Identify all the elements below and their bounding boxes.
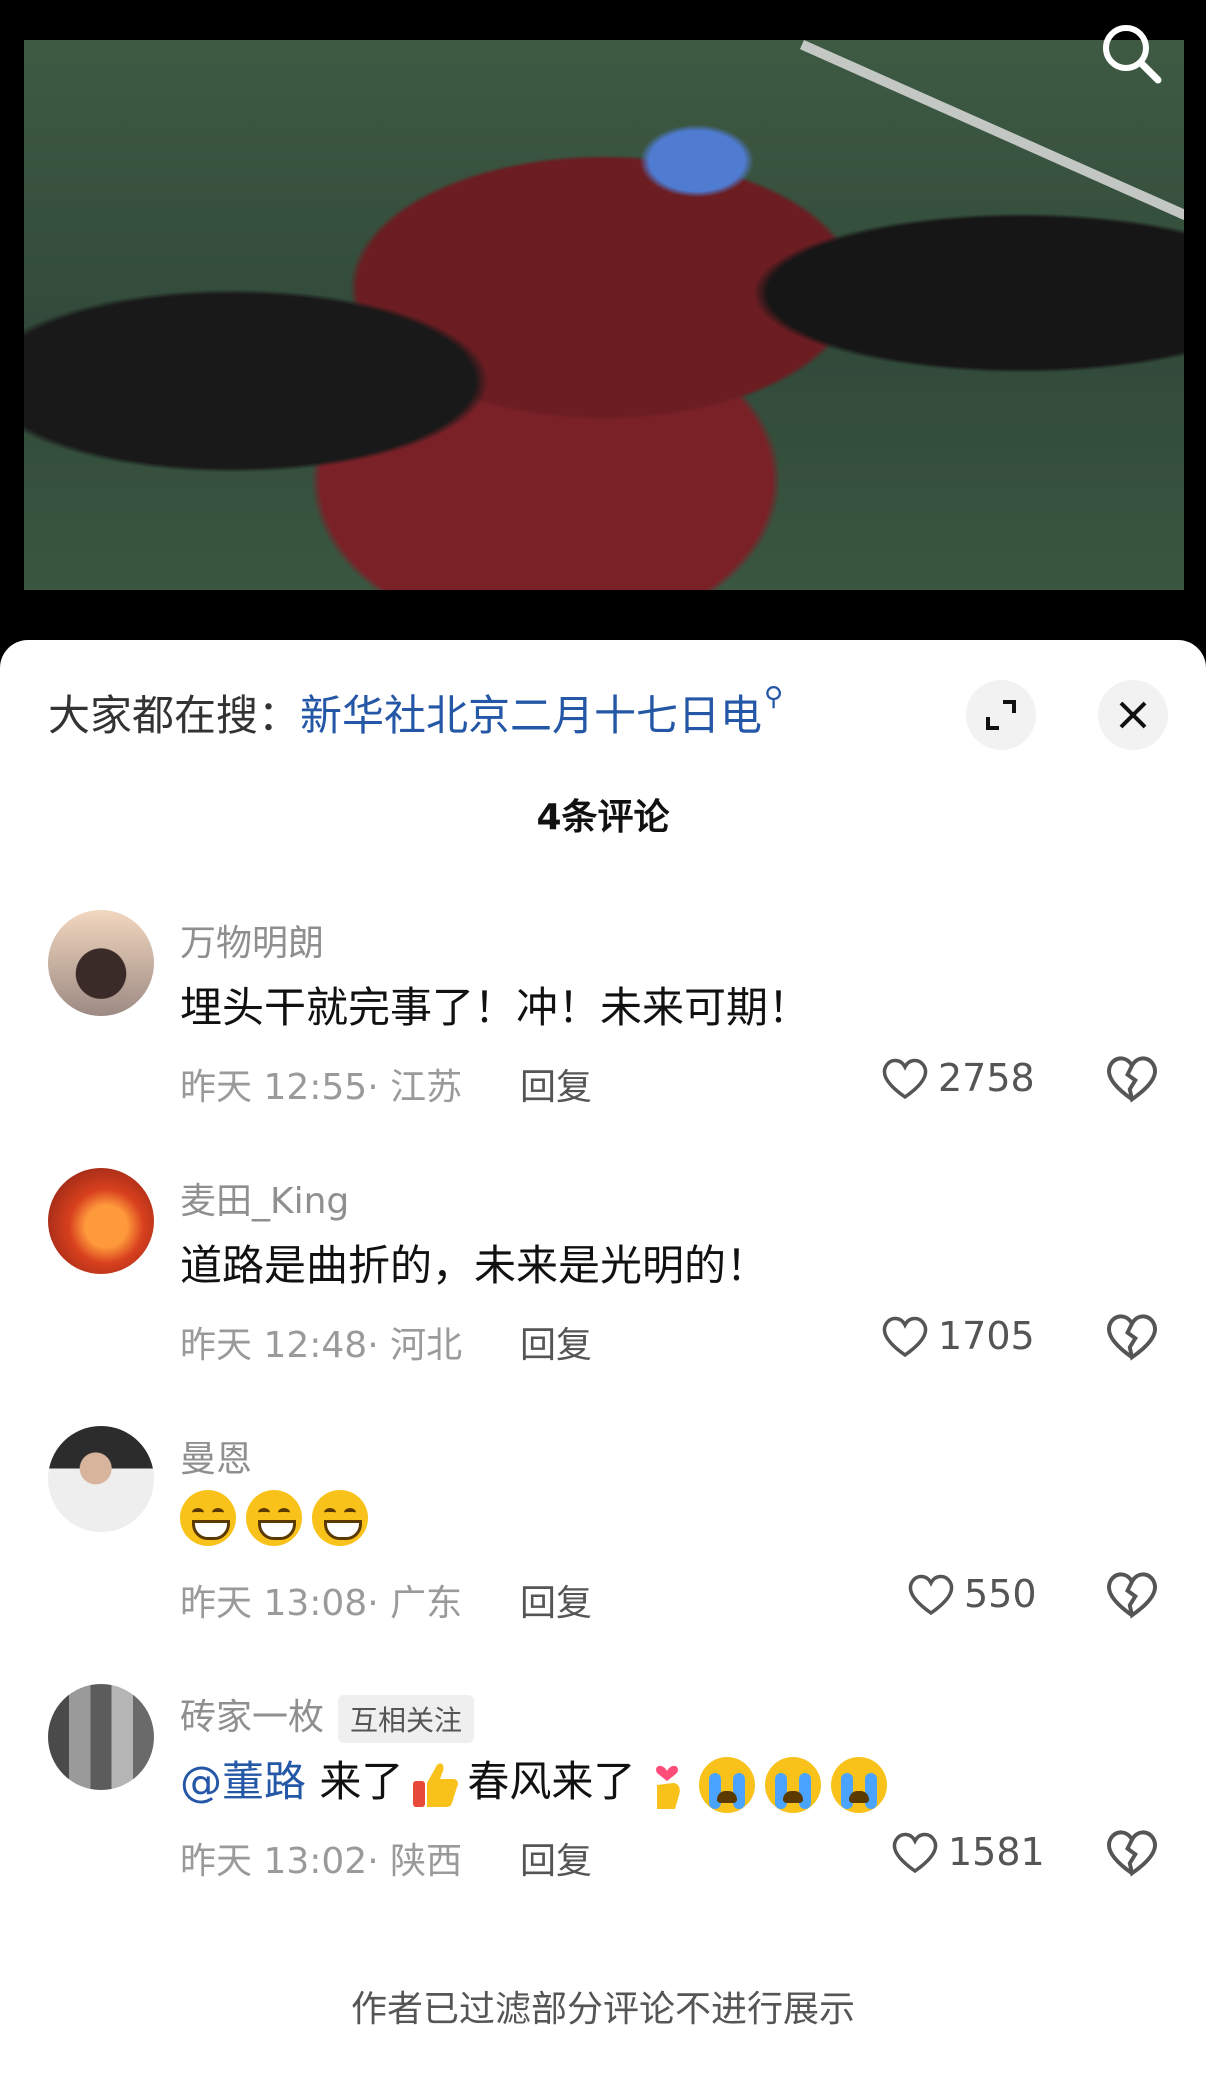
like-button[interactable]: 1581 bbox=[890, 1824, 1045, 1880]
heart-icon bbox=[892, 1832, 938, 1874]
reply-button[interactable]: 回复 bbox=[520, 1058, 592, 1110]
like-count: 2758 bbox=[938, 1056, 1035, 1100]
top-bar: 大家都在搜：新华社北京二月十七日电⚲ bbox=[0, 640, 1206, 750]
thumbs-up-icon bbox=[413, 1762, 459, 1807]
comment-text-part: 春风来了 bbox=[467, 1757, 636, 1806]
broken-heart-icon bbox=[1107, 1572, 1157, 1619]
comment-count: 4条评论 bbox=[536, 797, 670, 838]
reply-button[interactable]: 回复 bbox=[520, 1832, 592, 1884]
comment-meta: 昨天 13:02· 陕西 bbox=[180, 1841, 463, 1882]
mutual-follow-badge: 互相关注 bbox=[338, 1695, 475, 1743]
comment-meta: 昨天 12:48· 河北 bbox=[180, 1325, 463, 1366]
search-icon[interactable] bbox=[1096, 18, 1166, 88]
username[interactable]: 曼恩 bbox=[180, 1430, 252, 1482]
comment-item: 曼恩 昨天 13:08· 广东 回复 550 bbox=[0, 1426, 1206, 1666]
search-hint-query[interactable]: 新华社北京二月十七日电 bbox=[300, 691, 762, 740]
search-suggestion[interactable]: 大家都在搜：新华社北京二月十七日电⚲ bbox=[48, 682, 783, 743]
close-icon bbox=[1119, 701, 1147, 729]
like-count: 550 bbox=[964, 1572, 1037, 1616]
comment-item: 砖家一枚 互相关注 @董路 来了 春风来了 昨天 13:02· 陕西 回复 1581 bbox=[0, 1684, 1206, 1924]
heart-icon bbox=[882, 1316, 928, 1358]
video-player[interactable] bbox=[0, 0, 1206, 650]
mini-search-icon: ⚲ bbox=[764, 682, 784, 712]
comment-location: 广东 bbox=[390, 1583, 463, 1624]
like-button[interactable]: 1705 bbox=[880, 1308, 1035, 1364]
crying-emoji-icon bbox=[699, 1756, 756, 1813]
comments-sheet: 大家都在搜：新华社北京二月十七日电⚲ 4条评论 万物明朗 埋头干就完事了！冲！未… bbox=[0, 640, 1206, 2080]
broken-heart-icon bbox=[1107, 1830, 1157, 1877]
username: 砖家一枚 互相关注 bbox=[180, 1688, 475, 1743]
comment-item: 麦田_King 道路是曲折的，未来是光明的！ 昨天 12:48· 河北 回复 1… bbox=[0, 1168, 1206, 1408]
grin-emoji-icon bbox=[246, 1490, 302, 1546]
mention-link[interactable]: @董路 bbox=[180, 1757, 306, 1806]
grin-emoji-icon bbox=[312, 1490, 368, 1546]
comment-item: 万物明朗 埋头干就完事了！冲！未来可期！ 昨天 12:55· 江苏 回复 275… bbox=[0, 910, 1206, 1150]
comment-time: 昨天 13:02 bbox=[180, 1841, 368, 1882]
username-text[interactable]: 砖家一枚 bbox=[180, 1697, 324, 1738]
comment-location: 河北 bbox=[390, 1325, 463, 1366]
reply-button[interactable]: 回复 bbox=[520, 1316, 592, 1368]
comment-text bbox=[180, 1490, 378, 1546]
heart-icon bbox=[908, 1574, 954, 1616]
like-button[interactable]: 2758 bbox=[880, 1050, 1035, 1106]
comment-time: 昨天 12:48 bbox=[180, 1325, 368, 1366]
like-count: 1581 bbox=[948, 1830, 1045, 1874]
comment-text-part: 来了 bbox=[319, 1757, 404, 1806]
heart-icon bbox=[882, 1058, 928, 1100]
avatar[interactable] bbox=[48, 910, 154, 1016]
crying-emoji-icon bbox=[765, 1756, 822, 1813]
username[interactable]: 麦田_King bbox=[180, 1172, 349, 1224]
comment-location: 江苏 bbox=[390, 1067, 463, 1108]
dislike-button[interactable] bbox=[1104, 1308, 1160, 1364]
expand-icon bbox=[986, 700, 1016, 730]
filtered-notice: 作者已过滤部分评论不进行展示 bbox=[350, 1989, 855, 2030]
comment-text: @董路 来了 春风来了 bbox=[180, 1748, 897, 1813]
dislike-button[interactable] bbox=[1104, 1566, 1160, 1622]
finger-heart-icon bbox=[656, 1765, 681, 1809]
reply-button[interactable]: 回复 bbox=[520, 1574, 592, 1626]
comment-meta: 昨天 13:08· 广东 bbox=[180, 1583, 463, 1624]
crying-emoji-icon bbox=[831, 1756, 888, 1813]
grin-emoji-icon bbox=[180, 1490, 236, 1546]
comment-time: 昨天 12:55 bbox=[180, 1067, 368, 1108]
like-count: 1705 bbox=[938, 1314, 1035, 1358]
expand-button[interactable] bbox=[966, 680, 1036, 750]
comment-text: 埋头干就完事了！冲！未来可期！ bbox=[180, 983, 811, 1032]
comment-time: 昨天 13:08 bbox=[180, 1583, 368, 1624]
comment-meta: 昨天 12:55· 江苏 bbox=[180, 1067, 463, 1108]
broken-heart-icon bbox=[1107, 1314, 1157, 1361]
search-hint-label: 大家都在搜： bbox=[48, 691, 301, 740]
avatar[interactable] bbox=[48, 1168, 154, 1274]
like-button[interactable]: 550 bbox=[906, 1566, 1037, 1622]
username[interactable]: 万物明朗 bbox=[180, 914, 324, 966]
video-frame[interactable] bbox=[24, 40, 1184, 590]
comment-text: 道路是曲折的，未来是光明的！ bbox=[180, 1241, 769, 1290]
avatar[interactable] bbox=[48, 1426, 154, 1532]
close-button[interactable] bbox=[1098, 680, 1168, 750]
comment-location: 陕西 bbox=[390, 1841, 463, 1882]
dislike-button[interactable] bbox=[1104, 1050, 1160, 1106]
broken-heart-icon bbox=[1107, 1056, 1157, 1103]
avatar[interactable] bbox=[48, 1684, 154, 1790]
dislike-button[interactable] bbox=[1104, 1824, 1160, 1880]
